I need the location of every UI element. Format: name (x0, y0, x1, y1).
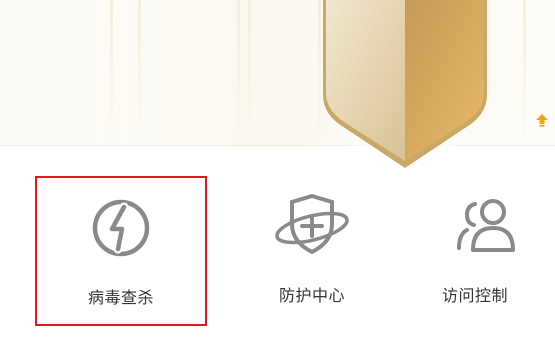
virus-scan-icon (89, 196, 153, 260)
up-arrow-icon[interactable] (535, 112, 549, 127)
virus-scan-button[interactable]: 病毒查杀 (35, 176, 207, 326)
virus-scan-label: 病毒查杀 (87, 288, 154, 307)
access-control-button[interactable]: 访问控制 (410, 176, 555, 326)
gold-shield-icon (290, 0, 520, 200)
access-control-icon (455, 196, 521, 256)
protection-center-icon (272, 192, 352, 258)
protection-center-button[interactable]: 防护中心 (227, 176, 397, 326)
access-control-label: 访问控制 (441, 286, 508, 305)
protection-center-label: 防护中心 (278, 286, 345, 305)
